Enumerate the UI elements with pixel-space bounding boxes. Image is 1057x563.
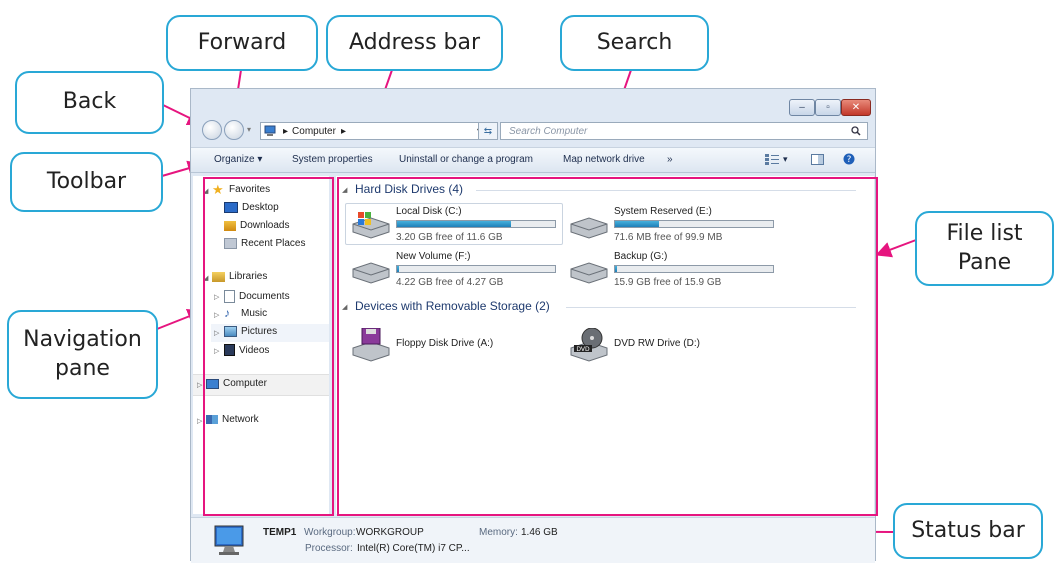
address-separator-2: ▸ (340, 125, 346, 137)
view-dropdown-icon[interactable]: ▾ (783, 154, 788, 165)
address-bar[interactable]: ▸ Computer ▸ ▾ (260, 122, 487, 140)
command-toolbar: Organize ▾ System properties Uninstall o… (191, 147, 875, 173)
workgroup-value: WORKGROUP (356, 527, 424, 538)
map-network-drive-button[interactable]: Map network drive (563, 154, 645, 165)
search-placeholder: Search Computer (509, 125, 588, 137)
address-bar-callout: Address bar (326, 15, 503, 71)
change-view-icon[interactable] (765, 154, 779, 165)
toolbar-callout: Toolbar (10, 152, 163, 212)
svg-text:?: ? (847, 155, 852, 165)
organize-menu[interactable]: Organize ▾ (214, 154, 262, 165)
expand-computer-icon[interactable]: ▷ (197, 381, 202, 389)
more-commands-button[interactable]: » (667, 154, 673, 165)
back-callout: Back (15, 71, 164, 134)
search-box[interactable]: Search Computer (500, 122, 868, 140)
status-bar-callout: Status bar (893, 503, 1043, 559)
processor-value: Intel(R) Core(TM) i7 CP... (357, 543, 470, 554)
uninstall-program-button[interactable]: Uninstall or change a program (399, 154, 533, 165)
address-location[interactable]: Computer (292, 126, 336, 137)
file-list-pane-highlight (337, 177, 878, 516)
navigation-pane-callout: Navigation pane (7, 310, 158, 399)
preview-pane-icon[interactable] (811, 154, 824, 165)
search-callout: Search (560, 15, 709, 71)
workgroup-label: Workgroup: (304, 527, 356, 538)
computer-monitor-icon (214, 525, 244, 555)
file-list-pane-callout: File list Pane (915, 211, 1054, 286)
explorer-window: – ▫ ✕ ▾ ▸ Computer ▸ ▾ ⇆ Search Computer… (190, 88, 878, 563)
maximize-button[interactable]: ▫ (815, 99, 841, 116)
computer-name: TEMP1 (263, 527, 297, 538)
minimize-button[interactable]: – (789, 99, 815, 116)
refresh-button[interactable]: ⇆ (478, 122, 498, 140)
processor-label: Processor: (305, 543, 353, 554)
recent-pages-dropdown-icon[interactable]: ▾ (247, 125, 251, 134)
memory-value: 1.46 GB (521, 527, 558, 538)
computer-icon (264, 125, 276, 136)
magnifier-icon[interactable] (851, 126, 861, 136)
close-button[interactable]: ✕ (841, 99, 871, 116)
navigation-pane-highlight (203, 177, 334, 516)
memory-label: Memory: (479, 527, 518, 538)
forward-callout: Forward (166, 15, 318, 71)
address-separator: ▸ (283, 125, 289, 137)
back-button[interactable] (202, 120, 222, 140)
help-icon[interactable]: ? (843, 153, 855, 165)
status-bar: TEMP1 Workgroup: WORKGROUP Memory: 1.46 … (191, 517, 875, 563)
system-properties-button[interactable]: System properties (292, 154, 373, 165)
expand-network-icon[interactable]: ▷ (197, 417, 202, 425)
forward-button[interactable] (224, 120, 244, 140)
refresh-icon: ⇆ (483, 125, 493, 137)
